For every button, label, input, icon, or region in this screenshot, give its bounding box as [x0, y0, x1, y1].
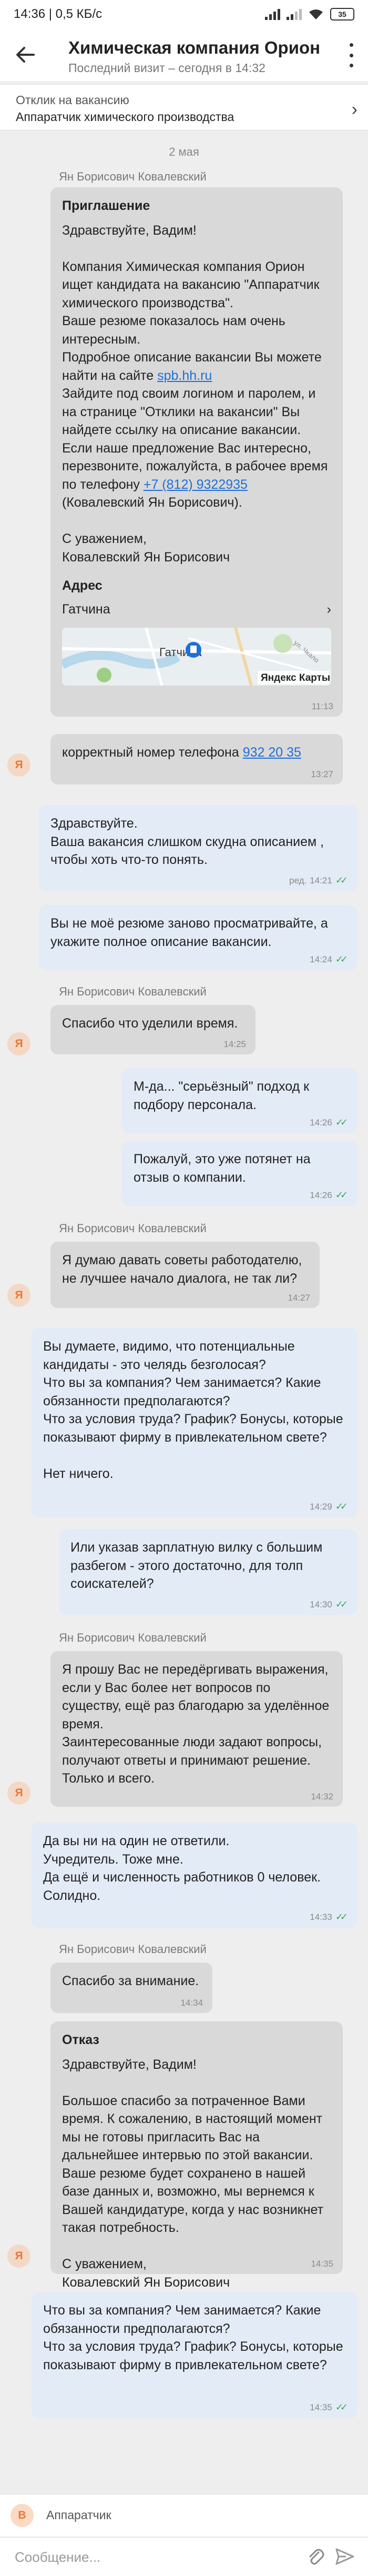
sender-name: Ян Борисович Ковалевский	[59, 1631, 207, 1644]
map-brand: Яндекс Карты	[261, 672, 330, 683]
refusal-heading: Отказ	[62, 2032, 99, 2047]
message-time: 11:13	[311, 701, 333, 711]
read-ticks-icon: ✓✓	[335, 2402, 348, 2413]
last-visit: Последний визит – сегодня в 14:32	[68, 61, 265, 75]
vacancy-label: Отклик на вакансию	[16, 93, 129, 107]
application-label: Аппаратчик	[46, 2508, 111, 2522]
battery-level: 35	[338, 10, 346, 18]
message-time: 14:27	[288, 1292, 310, 1303]
message-input[interactable]	[14, 2545, 300, 2569]
map-image: ул. Чкало Гатчина Яндекс Карты	[62, 628, 331, 686]
message-time: 14:21	[310, 875, 332, 886]
incoming-message: корректный номер телефона 932 20 35 13:2…	[50, 734, 343, 784]
avatar: Я	[7, 1032, 30, 1055]
outgoing-message: Или указав зарплатную вилку с большим ра…	[59, 1529, 357, 1615]
outgoing-message: Вы думаете, видимо, что потенциальные ка…	[32, 1328, 357, 1517]
vacancy-name: Аппаратчик химического производства	[16, 110, 234, 124]
status-right: 35	[265, 8, 354, 21]
read-ticks-icon: ✓✓	[335, 875, 348, 886]
message-time: 14:26	[310, 1190, 332, 1200]
incoming-message: Я думаю давать советы работодателю, не л…	[50, 1242, 320, 1308]
back-arrow-icon[interactable]	[13, 42, 38, 67]
avatar: Я	[7, 753, 30, 777]
composer	[0, 2537, 368, 2576]
message-time: 14:35	[311, 2258, 333, 2269]
message-time: 14:29	[310, 1501, 332, 1512]
map-preview[interactable]: ул. Чкало Гатчина Яндекс Карты	[62, 628, 331, 686]
avatar: Я	[7, 1284, 30, 1307]
outgoing-message: Пожалуй, это уже потянет на отзыв о комп…	[122, 1141, 357, 1206]
avatar: Я	[7, 2245, 30, 2268]
application-selector[interactable]: В Аппаратчик	[0, 2494, 368, 2537]
chevron-right-icon: ›	[326, 601, 331, 617]
message-time: 14:35	[310, 2402, 332, 2412]
phone-link[interactable]: 932 20 35	[243, 745, 301, 760]
sender-name: Ян Борисович Ковалевский	[59, 1222, 207, 1235]
outgoing-message: Да вы ни на один не ответили. Учредитель…	[32, 1823, 357, 1928]
date-separator: 2 мая	[169, 145, 199, 158]
edited-label: ред.	[289, 875, 307, 886]
applicant-avatar: В	[11, 2504, 34, 2527]
more-menu-icon[interactable]	[342, 43, 361, 67]
invitation-message: Приглашение Здравствуйте, Вадим! Компани…	[50, 187, 343, 717]
message-time: 14:25	[223, 1039, 246, 1049]
address-label: Адрес	[62, 578, 103, 593]
signal-icon	[265, 8, 280, 20]
send-icon[interactable]	[334, 2546, 355, 2567]
incoming-message: Я прошу Вас не передёргивать выражения, …	[50, 1651, 343, 1807]
read-ticks-icon: ✓✓	[335, 1599, 348, 1610]
read-ticks-icon: ✓✓	[335, 954, 348, 965]
app-header: Химическая компания Орион Последний визи…	[0, 28, 368, 81]
message-time: 14:34	[180, 1997, 203, 2008]
battery-icon: 35	[330, 8, 354, 21]
message-time: 14:30	[310, 1599, 332, 1609]
attach-icon[interactable]	[305, 2546, 326, 2567]
read-ticks-icon: ✓✓	[335, 1501, 348, 1512]
incoming-message: Спасибо за внимание. 14:34	[50, 1963, 212, 2013]
outgoing-message: М-да... "серьёзный" подход к подбору пер…	[122, 1068, 357, 1133]
outgoing-message: Что вы за компания? Чем занимается? Каки…	[32, 2292, 357, 2418]
site-link[interactable]: spb.hh.ru	[157, 368, 212, 383]
status-time: 14:36	[14, 7, 46, 21]
read-ticks-icon: ✓✓	[335, 1911, 348, 1923]
read-ticks-icon: ✓✓	[335, 1190, 348, 1201]
chevron-right-icon: ›	[351, 99, 357, 119]
message-time: 14:32	[311, 1791, 333, 1802]
outgoing-message: Здравствуйте. Ваша вакансия слишком скуд…	[39, 805, 357, 891]
address-value: Гатчина	[62, 601, 110, 617]
sender-name: Ян Борисович Ковалевский	[59, 170, 207, 183]
message-time: 14:24	[310, 954, 332, 964]
avatar: Я	[7, 1782, 30, 1805]
sender-name: Ян Борисович Ковалевский	[59, 1943, 207, 1956]
invitation-body: Здравствуйте, Вадим! Компания Химическая…	[62, 223, 328, 565]
outgoing-message: Вы не моё резюме заново просматривайте, …	[39, 905, 357, 970]
status-net-speed: 0,5 КБ/с	[55, 7, 103, 21]
invitation-heading: Приглашение	[62, 198, 150, 213]
phone-link[interactable]: +7 (812) 9322935	[144, 477, 248, 492]
status-bar: 14:36 | 0,5 КБ/с 35	[0, 0, 368, 28]
read-ticks-icon: ✓✓	[335, 1117, 348, 1128]
sender-name: Ян Борисович Ковалевский	[59, 985, 207, 998]
status-left: 14:36 | 0,5 КБ/с	[14, 7, 103, 21]
incoming-message: Спасибо что уделили время. 14:25	[50, 1005, 255, 1054]
message-time: 14:33	[310, 1911, 332, 1922]
message-time: 14:26	[310, 1117, 332, 1128]
message-time: 13:27	[311, 769, 333, 779]
chat-title: Химическая компания Орион	[68, 38, 321, 57]
refusal-message: Отказ Здравствуйте, Вадим! Большое спаси…	[50, 2021, 343, 2290]
address-row[interactable]: Гатчина ›	[62, 600, 331, 619]
vacancy-link[interactable]: Отклик на вакансию Аппаратчик химическог…	[0, 84, 368, 130]
signal-icon-2	[287, 8, 302, 20]
wifi-icon	[309, 9, 323, 19]
